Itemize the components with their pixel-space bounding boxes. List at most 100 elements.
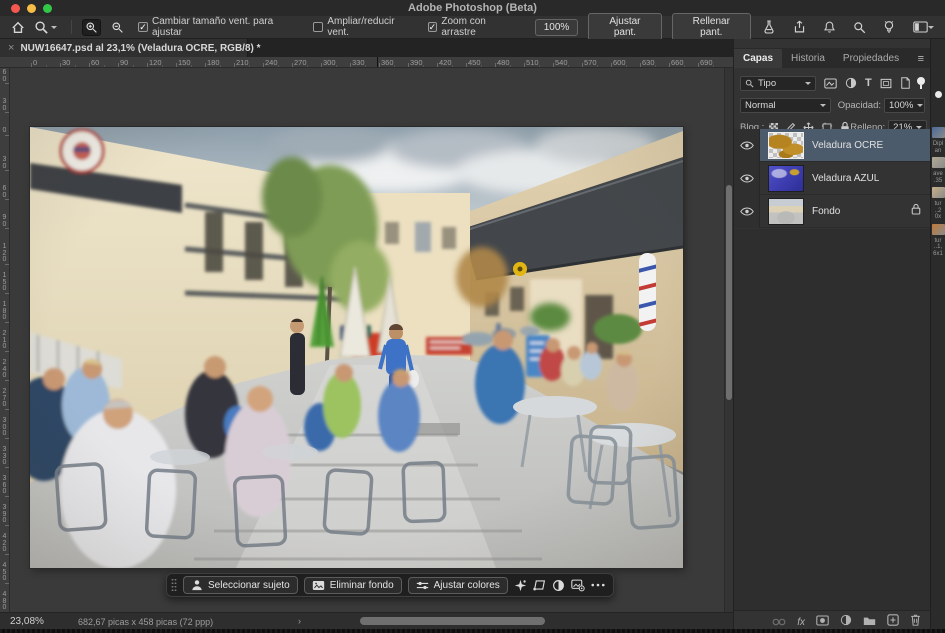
- horizontal-scrollbar-thumb[interactable]: [360, 617, 545, 625]
- titlebar: Adobe Photoshop (Beta): [0, 0, 945, 16]
- filter-type-dropdown[interactable]: Tipo: [740, 76, 816, 91]
- status-chevron-icon[interactable]: ›: [298, 616, 301, 626]
- layer-row-azul[interactable]: Veladura AZUL: [734, 162, 931, 195]
- fit-screen-button[interactable]: Ajustar pant.: [588, 13, 661, 41]
- ruler-minor-tick: [336, 65, 337, 67]
- layer-thumbnail[interactable]: [768, 132, 804, 159]
- checkbox-checked-icon[interactable]: ✓: [428, 22, 438, 32]
- ruler-tick: [553, 63, 554, 67]
- layer-row-ocre[interactable]: Veladura OCRE: [734, 129, 931, 162]
- layer-effects-icon[interactable]: fx: [797, 617, 805, 628]
- ruler-minor-tick: [539, 65, 540, 67]
- blend-mode-dropdown[interactable]: Normal: [740, 98, 831, 113]
- library-asset-thumbnail[interactable]: [932, 157, 945, 168]
- ruler-minor-tick: [278, 65, 279, 67]
- fill-screen-button[interactable]: Rellenar pant.: [672, 13, 751, 41]
- status-bar: 23,08% 682,67 picas x 458 picas (72 ppp)…: [0, 612, 733, 629]
- layer-visibility-eye-icon[interactable]: [734, 162, 760, 195]
- notifications-bell-icon[interactable]: [819, 19, 839, 35]
- contextual-task-bar[interactable]: Seleccionar sujeto Eliminar fondo Ajustar …: [166, 573, 614, 597]
- ruler-label: 3 9 0: [0, 505, 9, 525]
- canvas-photo[interactable]: [30, 127, 683, 568]
- tab-close-icon[interactable]: ×: [8, 42, 14, 54]
- document-tab-bar: × NUW16647.psd al 23,1% (Veladura OCRE, …: [0, 39, 733, 57]
- library-asset-thumbnail[interactable]: [932, 187, 945, 198]
- ruler-label: 180: [207, 58, 220, 67]
- option-checkbox[interactable]: Ampliar/reducir vent.: [313, 16, 417, 38]
- beta-flask-icon[interactable]: [759, 19, 779, 35]
- filter-smart-object-icon[interactable]: [900, 77, 911, 89]
- adjustment-contrast-icon[interactable]: [552, 579, 565, 592]
- option-checkbox[interactable]: ✓Zoom con arrastre: [428, 16, 522, 38]
- ruler-tick: [5, 583, 9, 584]
- library-asset-thumbnail[interactable]: [932, 224, 945, 235]
- harmonize-icon[interactable]: [571, 579, 585, 592]
- ruler-label: 4 5 0: [0, 563, 9, 583]
- zoom-100-button[interactable]: 100%: [535, 19, 579, 36]
- horizontal-ruler[interactable]: 0306090120150180210240270300330360390420…: [0, 57, 733, 68]
- canvas-document[interactable]: [30, 127, 683, 568]
- document-tab[interactable]: × NUW16647.psd al 23,1% (Veladura OCRE, …: [0, 39, 248, 57]
- panel-tab-propiedades[interactable]: Propiedades: [834, 49, 908, 68]
- filter-type-text-icon[interactable]: T: [865, 77, 872, 89]
- vertical-ruler[interactable]: 6 03 003 06 09 01 2 01 5 01 8 02 1 02 4 …: [0, 68, 10, 612]
- filter-adjustment-icon[interactable]: [845, 77, 857, 89]
- tool-preset-chevron-icon: [51, 26, 57, 32]
- ruler-minor-tick: [162, 65, 163, 67]
- filter-toggle-pin[interactable]: [917, 77, 925, 90]
- ruler-minor-tick: [249, 65, 250, 67]
- transform-icon[interactable]: [533, 579, 546, 591]
- ruler-label: 600: [613, 58, 626, 67]
- panel-tab-capas[interactable]: Capas: [734, 49, 782, 68]
- filter-shape-icon[interactable]: [880, 78, 892, 89]
- opacity-field[interactable]: 100%: [884, 98, 925, 113]
- layer-visibility-eye-icon[interactable]: [734, 129, 760, 162]
- panel-tab-historia[interactable]: Historia: [782, 49, 834, 68]
- ajustar-colores-button[interactable]: Ajustar colores: [408, 577, 508, 594]
- ruler-minor-tick: [684, 65, 685, 67]
- ruler-label: 4 8 0: [0, 592, 9, 612]
- zoom-in-button[interactable]: [82, 19, 102, 36]
- option-checkbox[interactable]: ✓Cambiar tamaño vent. para ajustar: [138, 16, 303, 38]
- home-button[interactable]: [8, 19, 28, 35]
- panel-menu-icon[interactable]: ≡: [911, 53, 931, 68]
- status-zoom-field[interactable]: 23,08%: [10, 616, 44, 627]
- ruler-tick: [5, 496, 9, 497]
- zoom-out-button[interactable]: [107, 19, 127, 36]
- taskbar-drag-handle[interactable]: [171, 578, 177, 592]
- eliminar-fondo-button[interactable]: Eliminar fondo: [304, 577, 402, 594]
- checkbox-checked-icon[interactable]: ✓: [138, 22, 148, 32]
- document-tab-title: NUW16647.psd al 23,1% (Veladura OCRE, RG…: [20, 43, 260, 54]
- ruler-label: 630: [642, 58, 655, 67]
- discover-lightbulb-icon[interactable]: [879, 19, 899, 35]
- filter-type-label: Tipo: [758, 78, 776, 89]
- seleccionar-sujeto-button[interactable]: Seleccionar sujeto: [183, 576, 298, 594]
- search-icon[interactable]: [849, 19, 869, 35]
- ruler-tick: [5, 293, 9, 294]
- ruler-tick: [5, 380, 9, 381]
- libraries-strip[interactable]: Dipl anave .35tur ..2 0xtur ..1, 6x1: [930, 39, 945, 633]
- ruler-label: 90: [120, 58, 128, 67]
- filter-pixel-layer-icon[interactable]: [824, 78, 837, 89]
- workspace-switcher-icon[interactable]: [909, 19, 937, 35]
- checkbox-unchecked-icon[interactable]: [313, 22, 323, 32]
- window-title: Adobe Photoshop (Beta): [0, 2, 945, 14]
- ruler-tick: [669, 63, 670, 67]
- ruler-tick: [5, 170, 9, 171]
- vertical-scrollbar-thumb[interactable]: [726, 185, 732, 400]
- layer-thumbnail[interactable]: [768, 198, 804, 225]
- more-options-icon[interactable]: [591, 583, 605, 587]
- ruler-tick: [640, 63, 641, 67]
- library-asset-thumbnail[interactable]: [932, 127, 945, 138]
- ruler-label: 2 1 0: [0, 331, 9, 351]
- ruler-label: 6 0: [0, 186, 9, 199]
- libraries-dot-icon[interactable]: [935, 91, 942, 98]
- layer-visibility-eye-icon[interactable]: [734, 195, 760, 228]
- zoom-tool-button[interactable]: [34, 20, 57, 35]
- canvas-pasteboard[interactable]: Seleccionar sujeto Eliminar fondo Ajustar …: [10, 68, 724, 612]
- layer-row-fondo[interactable]: Fondo: [734, 195, 931, 228]
- vertical-scrollbar[interactable]: [724, 68, 733, 612]
- share-icon[interactable]: [789, 19, 809, 35]
- layer-thumbnail[interactable]: [768, 165, 804, 192]
- generative-sparkle-icon[interactable]: [514, 579, 527, 592]
